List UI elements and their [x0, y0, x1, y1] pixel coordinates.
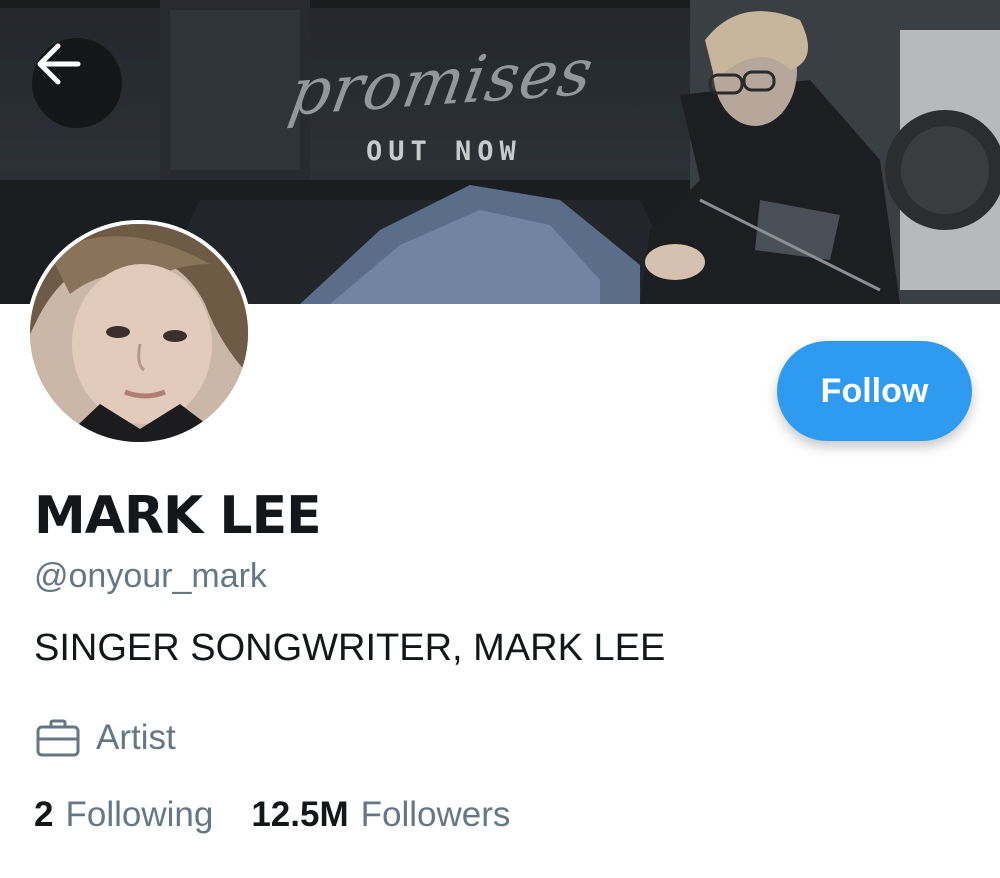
- follow-button[interactable]: Follow: [777, 341, 972, 441]
- followers-link[interactable]: 12.5M Followers: [251, 795, 510, 835]
- briefcase-icon: [36, 719, 80, 757]
- followers-count: 12.5M: [251, 795, 349, 834]
- followers-label: Followers: [360, 795, 511, 834]
- profile-page: promises OUT NOW Follow MARK LEE @onyour…: [0, 0, 1000, 878]
- avatar[interactable]: [26, 220, 252, 446]
- following-label: Following: [65, 795, 214, 834]
- user-handle: @onyour_mark: [34, 557, 267, 595]
- avatar-portrait: [30, 224, 248, 442]
- back-button[interactable]: [32, 38, 122, 128]
- category-label: Artist: [96, 718, 176, 757]
- profile-category: Artist: [36, 715, 176, 761]
- avatar-image: [30, 224, 248, 442]
- banner-subtitle: OUT NOW: [366, 136, 522, 167]
- display-name: MARK LEE: [34, 486, 322, 546]
- arrow-left-icon: [37, 43, 81, 85]
- following-count: 2: [34, 795, 54, 834]
- profile-bio: SINGER SONGWRITER, MARK LEE: [34, 627, 666, 669]
- profile-stats: 2 Following 12.5M Followers: [34, 795, 510, 835]
- following-link[interactable]: 2 Following: [34, 795, 213, 835]
